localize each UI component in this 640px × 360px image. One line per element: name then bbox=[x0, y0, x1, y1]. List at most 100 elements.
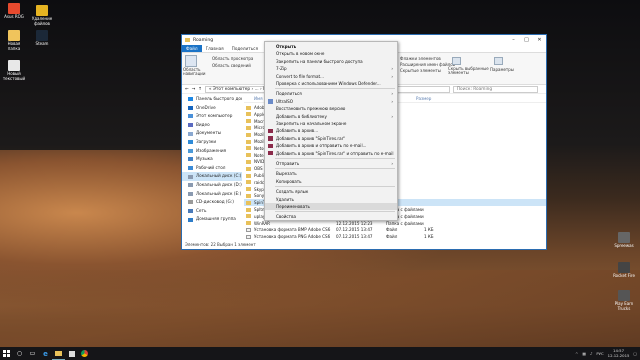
nav-item[interactable]: Локальный диск (D:) bbox=[182, 181, 242, 190]
clock[interactable]: 14:57 12.12.2015 bbox=[608, 349, 630, 358]
nav-item[interactable]: Локальный диск (C:) bbox=[182, 172, 242, 181]
desktop-icon[interactable]: Spreewas bbox=[612, 232, 636, 249]
maximize-button[interactable]: □ bbox=[520, 37, 533, 43]
menu-item[interactable]: Создать ярлык bbox=[265, 188, 397, 195]
nav-item[interactable]: Рабочий стол bbox=[182, 164, 242, 173]
nav-item[interactable]: Сеть bbox=[182, 207, 242, 216]
menu-item[interactable]: Открыть в новом окне bbox=[265, 50, 397, 57]
menu-item-icon bbox=[268, 128, 273, 134]
store-button[interactable] bbox=[65, 347, 78, 360]
menu-item[interactable]: Закрепить на начальном экране bbox=[265, 120, 397, 127]
nav-item[interactable]: Этот компьютер bbox=[182, 112, 242, 121]
tab-share[interactable]: Поделиться bbox=[228, 45, 262, 52]
explorer-taskbar-button[interactable] bbox=[52, 347, 65, 360]
forward-arrow-icon[interactable]: → bbox=[192, 87, 196, 92]
menu-item-icon bbox=[268, 136, 273, 141]
details-pane-button[interactable]: Область сведений bbox=[212, 63, 251, 68]
nav-item-icon bbox=[188, 200, 193, 205]
navigation-pane-button[interactable]: Область навигации bbox=[183, 67, 209, 76]
nav-item-icon bbox=[188, 140, 193, 145]
menu-item[interactable]: Проверка с использованием Windows Defend… bbox=[265, 80, 397, 87]
menu-item[interactable]: Отправить › bbox=[265, 160, 397, 167]
search-button[interactable]: ○ bbox=[13, 347, 26, 360]
nav-item[interactable]: Музыка bbox=[182, 155, 242, 164]
start-button[interactable] bbox=[0, 347, 13, 360]
menu-item-label: Открыть bbox=[276, 44, 297, 49]
up-arrow-icon[interactable]: ↑ bbox=[198, 87, 202, 92]
nav-item[interactable]: OneDrive bbox=[182, 104, 242, 113]
menu-item[interactable]: Открыть bbox=[265, 43, 397, 50]
menu-item[interactable]: Копировать bbox=[265, 178, 397, 185]
desktop-icon-label: Asus ROG bbox=[4, 14, 24, 19]
network-icon[interactable]: ▦ bbox=[582, 351, 586, 356]
menu-item[interactable]: 7-Zip › bbox=[265, 65, 397, 72]
desktop-icon[interactable]: Play Earn Trucks bbox=[612, 290, 636, 311]
desktop-app-icon bbox=[8, 30, 20, 41]
menu-item[interactable]: Добавить в архив "SpinTires.rar" bbox=[265, 135, 397, 142]
options-button[interactable]: Параметры bbox=[490, 67, 514, 72]
menu-item[interactable]: Восстановить прежнюю версию bbox=[265, 105, 397, 112]
hide-selected-button[interactable]: Скрыть выбранные элементы bbox=[448, 66, 489, 75]
menu-item[interactable]: Удалить bbox=[265, 196, 397, 203]
minimize-button[interactable]: – bbox=[507, 37, 520, 43]
column-size[interactable]: Размер bbox=[416, 96, 431, 101]
close-button[interactable]: ✕ bbox=[533, 37, 546, 43]
edge-button[interactable]: e bbox=[39, 347, 52, 360]
nav-item[interactable]: Загрузки bbox=[182, 138, 242, 147]
nav-item[interactable]: Домашняя группа bbox=[182, 215, 242, 224]
tab-file[interactable]: Файл bbox=[182, 45, 202, 52]
desktop-icon-label: Новая папка bbox=[7, 41, 21, 51]
desktop-icon[interactable]: Новая папка bbox=[2, 30, 26, 51]
menu-item[interactable]: Добавить в архив... bbox=[265, 127, 397, 134]
volume-icon[interactable]: ♪ bbox=[590, 351, 592, 356]
nav-item-label: Загрузки bbox=[196, 138, 217, 144]
menu-item[interactable]: Свойства bbox=[265, 213, 397, 220]
notifications-icon[interactable]: ▢ bbox=[633, 351, 637, 356]
task-view-button[interactable]: ▭ bbox=[26, 347, 39, 360]
menu-item[interactable]: Convert to file format... › bbox=[265, 73, 397, 80]
language-indicator[interactable]: РУС bbox=[596, 351, 603, 356]
nav-item[interactable]: Документы bbox=[182, 129, 242, 138]
chrome-button[interactable] bbox=[78, 347, 91, 360]
menu-item-label: Закрепить на панели быстрого доступа bbox=[276, 58, 363, 64]
nav-item-label: Музыка bbox=[196, 156, 213, 162]
desktop-icon[interactable]: Удаление файлов bbox=[30, 5, 54, 26]
desktop-app-icon bbox=[618, 232, 630, 243]
menu-item[interactable]: UltraISO › bbox=[265, 98, 397, 105]
desktop-icon[interactable]: Asus ROG bbox=[2, 3, 26, 20]
back-arrow-icon[interactable]: ← bbox=[185, 87, 189, 92]
nav-item[interactable]: Панель быстрого доступа bbox=[182, 95, 242, 104]
desktop-icon[interactable]: Steam bbox=[30, 30, 54, 47]
menu-item[interactable]: Поделиться › bbox=[265, 90, 397, 97]
tab-home[interactable]: Главная bbox=[202, 45, 228, 52]
folder-icon bbox=[246, 132, 251, 137]
hidden-items-toggle[interactable]: Скрытые элементы bbox=[400, 68, 441, 73]
file-extensions-toggle[interactable]: Расширения имен файлов bbox=[400, 62, 455, 67]
desktop-icon[interactable]: Rocket Fire bbox=[612, 262, 636, 279]
desktop-app-icon bbox=[8, 3, 20, 14]
nav-item[interactable]: Локальный диск (E:) bbox=[182, 190, 242, 199]
submenu-arrow-icon: › bbox=[391, 113, 393, 119]
nav-item[interactable]: CD-дисковод (G:) bbox=[182, 198, 242, 207]
window-title: Roaming bbox=[193, 37, 214, 43]
nav-item-label: Домашняя группа bbox=[196, 216, 236, 222]
nav-item[interactable]: Изображения bbox=[182, 147, 242, 156]
nav-item[interactable]: Видео bbox=[182, 121, 242, 130]
menu-separator bbox=[275, 168, 395, 170]
chevron-up-icon[interactable]: ^ bbox=[575, 351, 578, 356]
desktop-icon-label: Steam bbox=[35, 41, 49, 46]
preview-pane-button[interactable]: Область просмотра bbox=[212, 56, 253, 61]
nav-item-label: OneDrive bbox=[196, 104, 216, 110]
item-checkboxes-toggle[interactable]: Флажки элементов bbox=[400, 56, 441, 61]
menu-item[interactable]: Добавить в архив и отправить по e-mail..… bbox=[265, 142, 397, 149]
menu-item[interactable]: Добавить в архив "SpinTires.rar" и отпра… bbox=[265, 150, 397, 157]
menu-item-label: Копировать bbox=[276, 178, 302, 184]
menu-item[interactable]: Закрепить на панели быстрого доступа bbox=[265, 58, 397, 65]
folder-icon bbox=[246, 193, 251, 198]
search-input[interactable]: Поиск: Roaming bbox=[452, 85, 538, 93]
menu-item[interactable]: Вырезать bbox=[265, 170, 397, 177]
menu-item[interactable]: Переименовать bbox=[265, 203, 397, 211]
column-name[interactable]: Имя bbox=[254, 96, 263, 101]
desktop-icon[interactable]: Новый текстовый bbox=[2, 60, 26, 81]
menu-item[interactable]: Добавить в библиотеку › bbox=[265, 113, 397, 120]
